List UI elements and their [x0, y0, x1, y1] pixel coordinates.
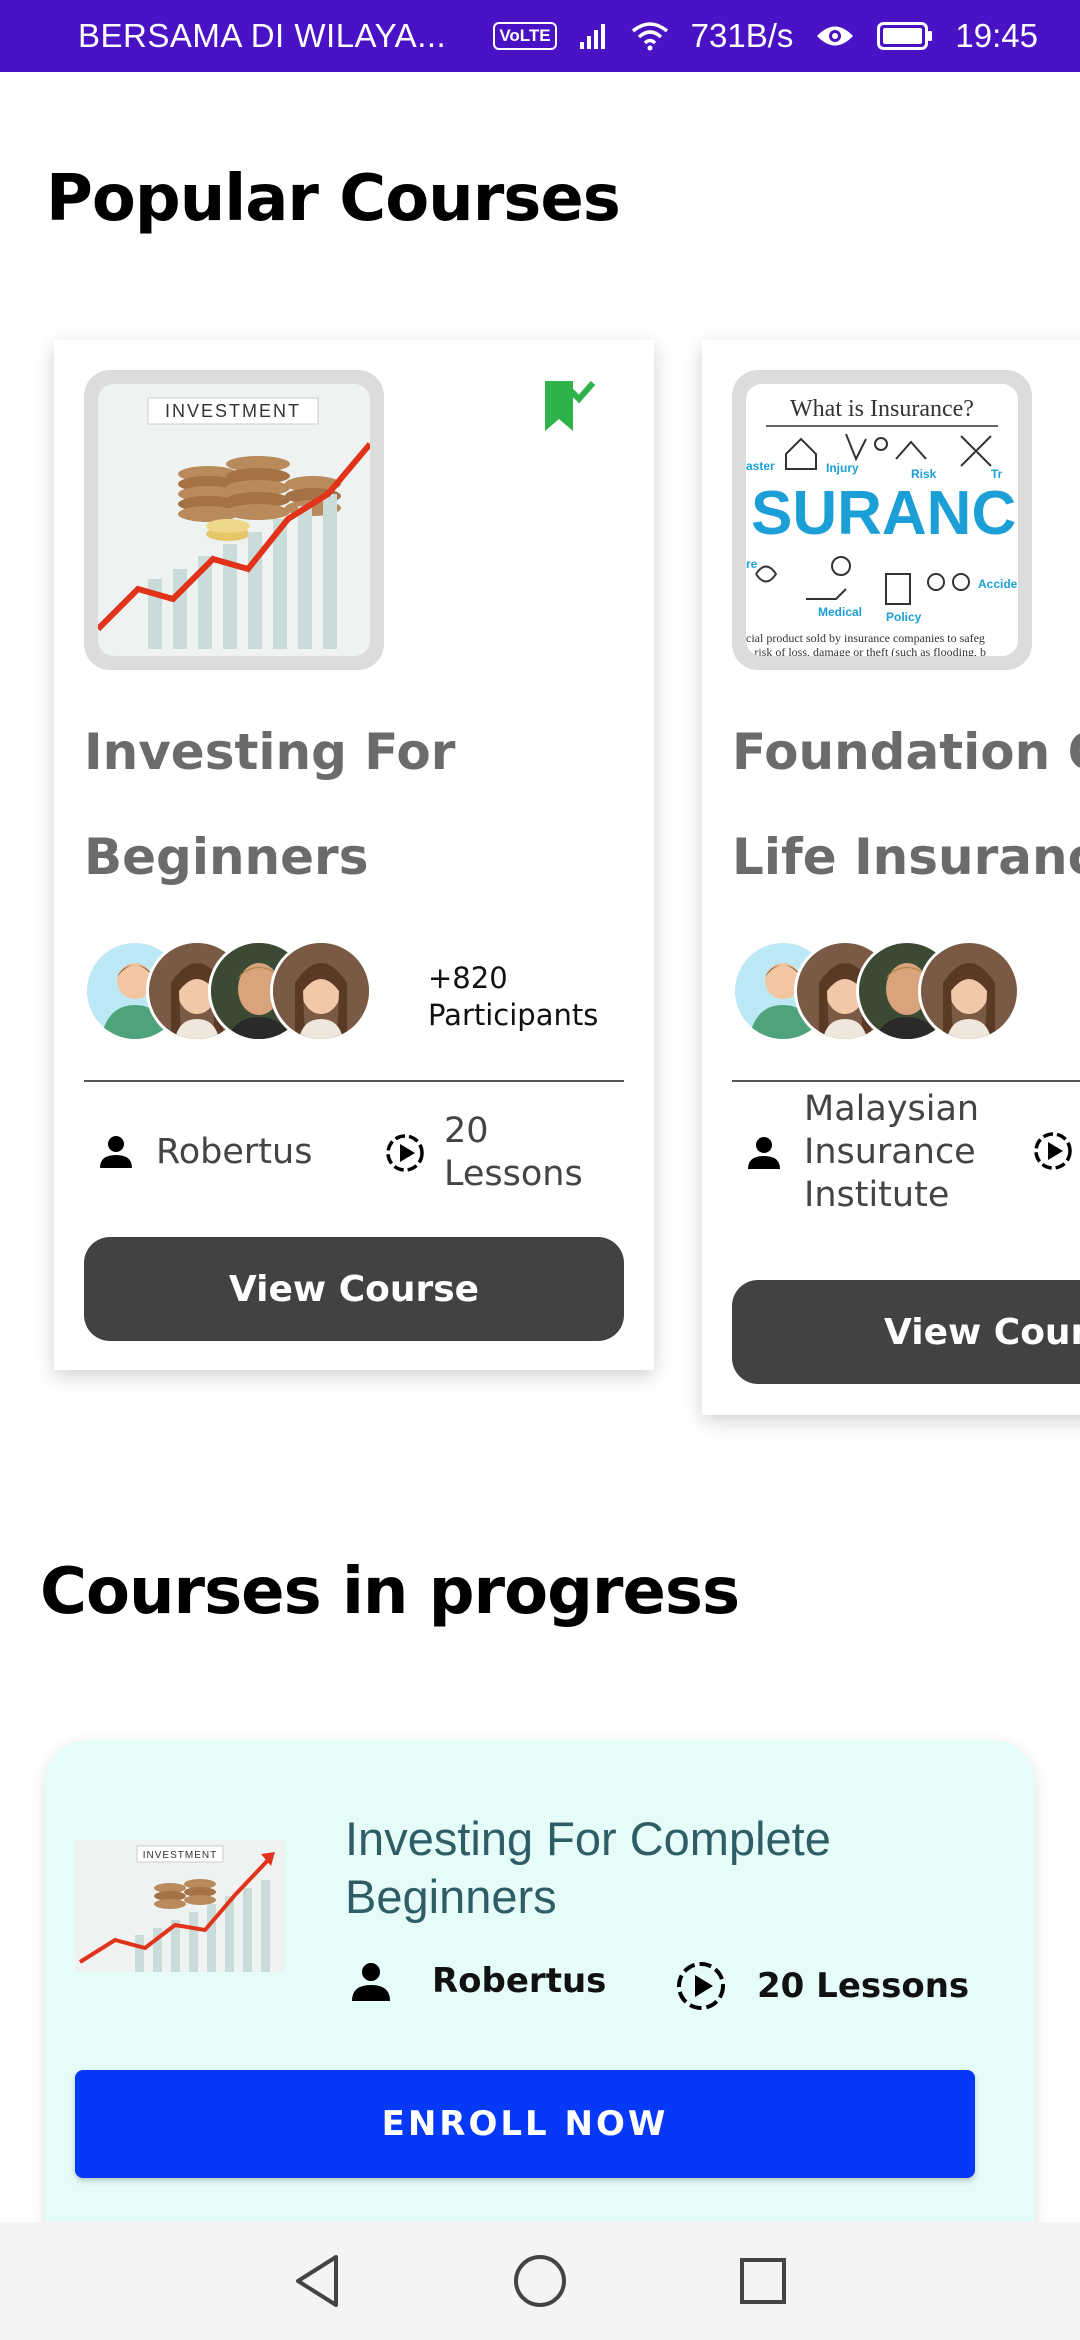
divider	[84, 1080, 624, 1082]
enroll-now-button[interactable]: ENROLL NOW	[75, 2070, 975, 2178]
participant-avatars	[84, 940, 384, 1045]
battery-icon	[877, 22, 933, 50]
person-icon	[350, 1960, 392, 2002]
course-card[interactable]: INVESTMENT Investing For Beginners +820 …	[54, 340, 654, 1370]
lessons-count: 20 Lessons	[757, 1966, 970, 2006]
person-icon	[98, 1134, 134, 1170]
thumb-title: What is Insurance?	[790, 396, 974, 422]
popular-courses-title: Popular Courses	[46, 162, 621, 236]
eye-icon	[815, 23, 855, 49]
course-thumbnail: What is Insurance? aster Injury Risk Tr SUR…	[732, 370, 1032, 670]
play-circle-icon	[675, 1960, 727, 2012]
recents-icon[interactable]	[738, 2256, 788, 2306]
volte-icon: VoLTE	[493, 22, 557, 50]
thumb-label: INVESTMENT	[143, 1850, 217, 1861]
progress-course-title: Investing For Complete Beginners	[345, 1812, 831, 1923]
svg-text:e risk of loss, damage or thef: e risk of loss, damage or theft (such as…	[746, 645, 986, 656]
progress-course-card[interactable]: INVESTMENT Investing For Complete Beginn…	[45, 1740, 1035, 2260]
back-icon[interactable]	[292, 2253, 342, 2309]
network-speed: 731B/s	[690, 17, 794, 54]
svg-text:cial product sold by insurance: cial product sold by insurance companies…	[746, 631, 985, 645]
navigation-bar	[0, 2222, 1080, 2340]
person-icon	[746, 1135, 782, 1171]
instructor-name: Robertus	[156, 1132, 313, 1172]
instructor-info: Robertus	[350, 1960, 606, 2002]
course-name: Foundation O Life Insuranc	[732, 723, 1080, 886]
carrier-name: BERSAMA DI WILAYA...	[78, 17, 447, 54]
signal-icon	[579, 22, 609, 50]
instructor-info: Malaysian Insurance Institute	[746, 1088, 979, 1217]
svg-text:Injury: Injury	[826, 461, 859, 475]
view-course-button[interactable]: View Course	[84, 1237, 624, 1341]
participant-avatars	[732, 940, 1032, 1045]
play-circle-icon	[384, 1132, 426, 1174]
avatar	[270, 940, 372, 1042]
thumb-label: INVESTMENT	[165, 401, 301, 421]
view-course-button[interactable]: View Cours	[732, 1280, 1080, 1384]
courses-in-progress-title: Courses in progress	[40, 1555, 740, 1629]
divider	[732, 1080, 1080, 1082]
instructor-info: Robertus	[98, 1132, 312, 1172]
svg-text:aster: aster	[746, 459, 775, 473]
course-card[interactable]: What is Insurance? aster Injury Risk Tr SUR…	[702, 340, 1080, 1415]
instructor-name: Robertus	[432, 1961, 607, 2001]
lessons-info: 20 Lessons	[675, 1960, 969, 2012]
svg-text:re: re	[746, 557, 758, 571]
clock: 19:45	[955, 17, 1038, 54]
play-circle-icon	[1032, 1130, 1074, 1172]
bookmark-check-icon[interactable]	[539, 375, 599, 439]
svg-text:Medical: Medical	[818, 605, 862, 619]
course-name: Investing For Beginners	[84, 723, 456, 886]
course-thumbnail: INVESTMENT	[84, 370, 384, 670]
svg-text:Policy: Policy	[886, 610, 922, 624]
participants-count: +820 Participants	[428, 961, 599, 1032]
home-icon[interactable]	[512, 2253, 568, 2309]
status-bar: BERSAMA DI WILAYA... VoLTE 731B/s 19:45	[0, 0, 1080, 72]
course-thumbnail: INVESTMENT	[75, 1840, 285, 1972]
avatar	[918, 940, 1020, 1042]
wifi-icon	[631, 21, 669, 51]
lessons-info: 20 Lessons	[384, 1110, 583, 1196]
svg-text:SURANC: SURANC	[751, 479, 1016, 548]
svg-text:Accide: Accide	[978, 577, 1018, 591]
